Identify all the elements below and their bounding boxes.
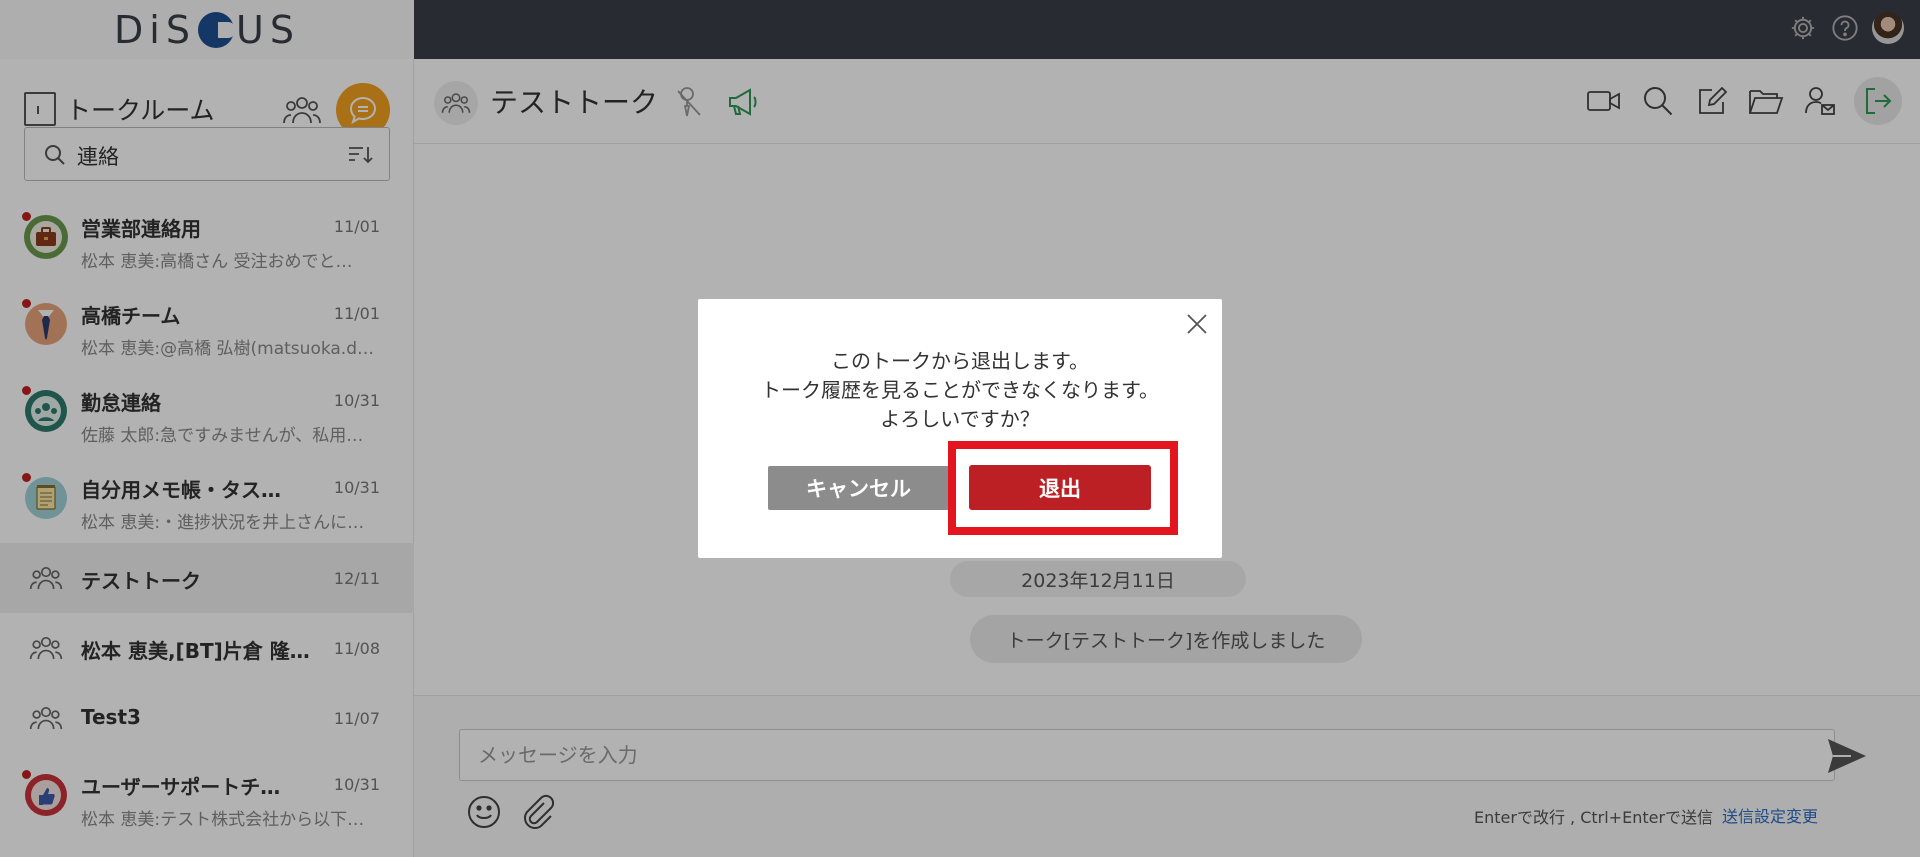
dialog-line-2: トーク履歴を見ることができなくなります。 — [761, 378, 1159, 402]
leave-talk-dialog: このトークから退出します。 トーク履歴を見ることができなくなります。 よろしいで… — [698, 299, 1222, 558]
dialog-line-3: よろしいですか？ — [880, 407, 1040, 431]
leave-button[interactable]: 退出 — [969, 465, 1151, 510]
cancel-button[interactable]: キャンセル — [768, 466, 949, 510]
close-icon[interactable] — [1184, 311, 1210, 337]
dialog-message: このトークから退出します。 トーク履歴を見ることができなくなります。 よろしいで… — [698, 347, 1222, 434]
modal-overlay: このトークから退出します。 トーク履歴を見ることができなくなります。 よろしいで… — [0, 0, 1920, 857]
dialog-line-1: このトークから退出します。 — [831, 349, 1089, 373]
